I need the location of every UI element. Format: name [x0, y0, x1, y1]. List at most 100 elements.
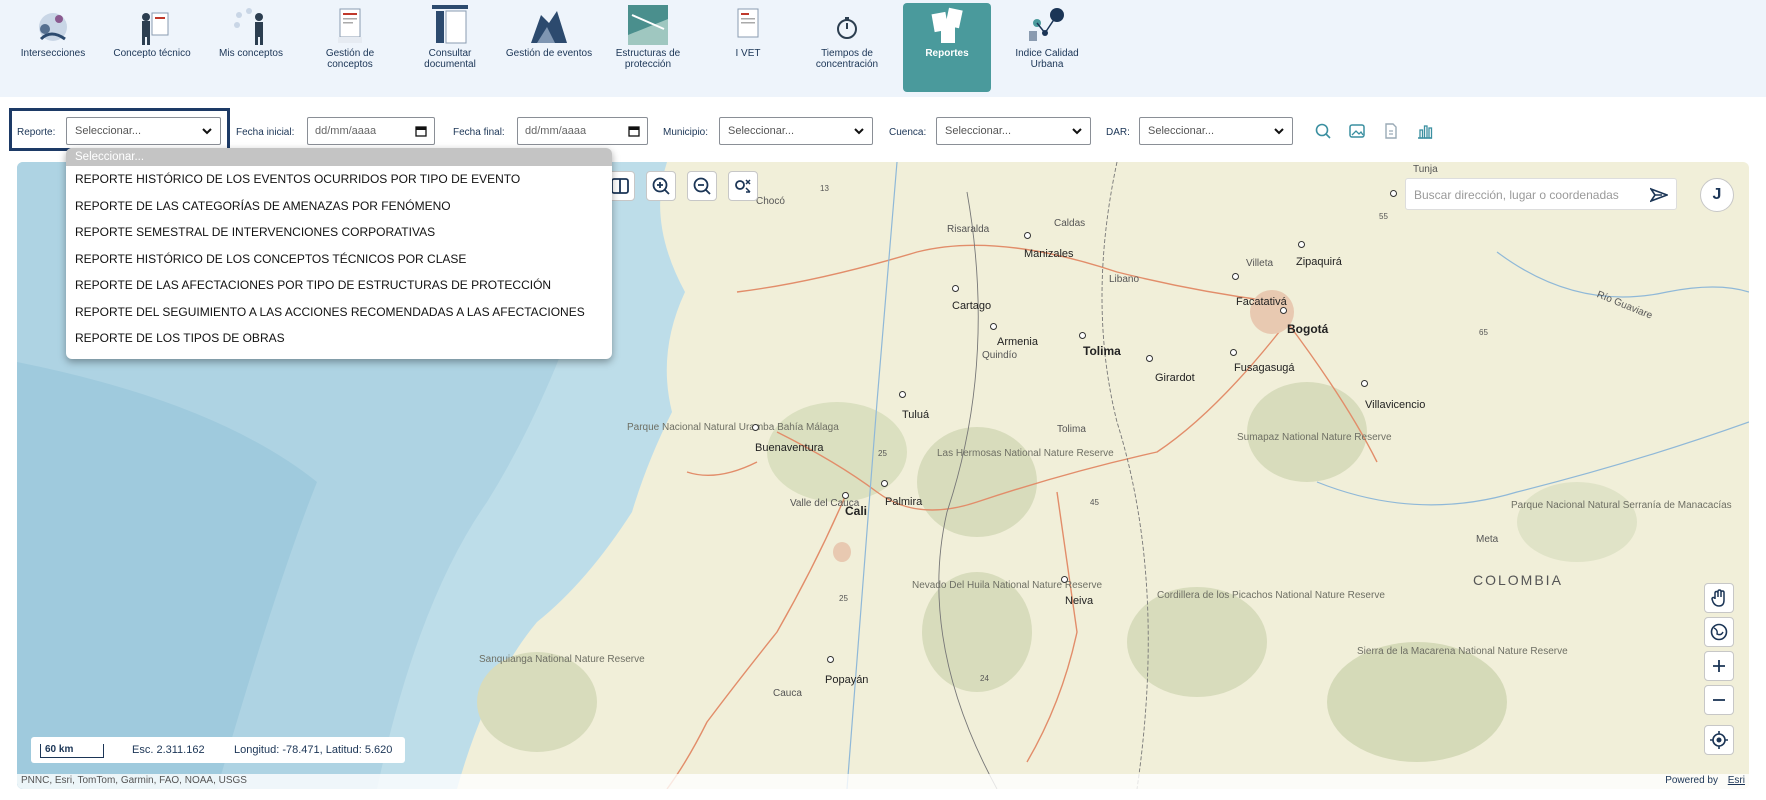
attribution-bar: PNNC, Esri, TomTom, Garmin, FAO, NOAA, U…	[17, 774, 1749, 789]
place-label: Cauca	[773, 688, 802, 699]
city-marker	[827, 656, 834, 663]
dropdown-option[interactable]: REPORTE DE LOS TIPOS DE OBRAS	[66, 325, 612, 352]
chevron-down-icon	[1274, 128, 1284, 135]
place-label: Buenaventura	[755, 442, 824, 454]
powered-by-text: Powered by	[1665, 775, 1718, 786]
coordinates-tool-button[interactable]	[728, 171, 758, 201]
document-icon[interactable]	[1382, 122, 1400, 140]
calendar-icon[interactable]	[414, 124, 428, 138]
image-icon[interactable]	[1348, 122, 1366, 140]
dropdown-option[interactable]: REPORTE DE LAS CATEGORÍAS DE AMENAZAS PO…	[66, 193, 612, 220]
document-report-icon	[737, 8, 759, 38]
city-marker	[1298, 241, 1305, 248]
city-marker	[899, 391, 906, 398]
dar-select[interactable]: Seleccionar...	[1139, 117, 1293, 145]
place-label: Libano	[1109, 274, 1140, 285]
nav-ivet[interactable]: I VET	[704, 3, 792, 92]
road-shield: 45	[1090, 498, 1099, 507]
esri-link[interactable]: Esri	[1728, 775, 1745, 786]
dropdown-option[interactable]: REPORTE SEMESTRAL DE INTERVENCIONES CORP…	[66, 219, 612, 246]
nav-concepto-tecnico[interactable]: Concepto técnico	[108, 3, 196, 92]
nav-gestion-eventos[interactable]: Gestión de eventos	[505, 3, 593, 92]
place-label: COLOMBIA	[1473, 572, 1563, 588]
dropdown-option[interactable]: REPORTE HISTÓRICO DE LOS CONCEPTOS TÉCNI…	[66, 246, 612, 273]
chevron-down-icon	[1072, 128, 1082, 135]
city-marker	[1230, 349, 1237, 356]
pan-button[interactable]	[1704, 583, 1734, 613]
place-label: Cali	[845, 504, 868, 518]
cuenca-select[interactable]: Seleccionar...	[936, 117, 1091, 145]
zoom-out-button[interactable]	[1704, 685, 1734, 715]
minus-icon	[1713, 699, 1725, 701]
place-label: Quindío	[982, 350, 1018, 361]
city-marker	[842, 492, 849, 499]
municipio-select[interactable]: Seleccionar...	[719, 117, 873, 145]
nav-label: Reportes	[925, 48, 969, 59]
split-view-icon	[611, 178, 629, 194]
nav-mis-conceptos[interactable]: Mis conceptos	[207, 3, 295, 92]
stopwatch-icon	[837, 17, 857, 39]
city-marker	[1024, 232, 1031, 239]
zoom-in-icon	[652, 177, 670, 195]
nav-label: Intersecciones	[20, 48, 86, 59]
nav-label: I VET	[735, 48, 761, 59]
zoom-out-area-button[interactable]	[687, 171, 717, 201]
landslide-icon	[531, 11, 567, 43]
nav-tiempos-concentracion[interactable]: Tiempos de concentración	[803, 3, 891, 92]
coordinates-icon	[735, 179, 751, 193]
nav-gestion-conceptos[interactable]: Gestión de conceptos	[306, 3, 394, 92]
fecha-inicial-input[interactable]: dd/mm/aaaa	[307, 117, 435, 145]
place-label: Tunja	[1413, 164, 1438, 175]
road-shield: 13	[820, 184, 829, 193]
search-icon[interactable]	[1314, 122, 1332, 140]
calendar-icon[interactable]	[627, 124, 641, 138]
nav-label: Indice Calidad Urbana	[1015, 48, 1079, 70]
top-navigation: Intersecciones Concepto técnico Mis conc…	[0, 0, 1766, 97]
place-label: Villeta	[1246, 258, 1274, 269]
place-label: Neiva	[1065, 595, 1094, 607]
dropdown-option-placeholder[interactable]: Seleccionar...	[66, 148, 612, 166]
nav-reportes[interactable]: Reportes	[903, 3, 991, 92]
fecha-final-input[interactable]: dd/mm/aaaa	[517, 117, 648, 145]
basemap-button[interactable]	[1704, 617, 1734, 647]
place-label: Girardot	[1155, 372, 1195, 384]
bar-chart-icon[interactable]	[1416, 122, 1434, 140]
zoom-in-area-button[interactable]	[646, 171, 676, 201]
road-shield: 55	[1379, 212, 1388, 221]
place-label: Caldas	[1054, 218, 1086, 229]
place-label: Bogotá	[1287, 322, 1329, 336]
send-arrow-icon[interactable]	[1650, 187, 1668, 203]
dropdown-option[interactable]: REPORTE HISTÓRICO DE LOS EVENTOS OCURRID…	[66, 166, 612, 193]
dropdown-option[interactable]: REPORTE DE LAS AFECTACIONES POR TIPO DE …	[66, 272, 612, 299]
place-label: Sierra de la Macarena National Nature Re…	[1357, 646, 1568, 657]
dropdown-option[interactable]: REPORTE DEL SEGUIMIENTO A LAS ACCIONES R…	[66, 299, 612, 326]
user-avatar[interactable]: J	[1700, 178, 1734, 212]
locate-button[interactable]	[1704, 725, 1734, 755]
person-ideas-icon	[234, 8, 263, 45]
nav-label: Gestión de eventos	[505, 48, 593, 59]
city-marker	[1390, 190, 1397, 197]
place-label: Popayán	[825, 674, 869, 686]
map-search-input[interactable]: Buscar dirección, lugar o coordenadas	[1405, 178, 1677, 210]
nav-estructuras-proteccion[interactable]: Estructuras de protección	[604, 3, 692, 92]
app: Intersecciones Concepto técnico Mis conc…	[0, 0, 1766, 800]
city-marker	[1280, 307, 1287, 314]
zoom-out-icon	[693, 177, 711, 195]
fecha-final-placeholder: dd/mm/aaaa	[525, 125, 587, 137]
road-shield: 65	[1479, 328, 1488, 337]
place-label: Parque Nacional Natural Serranía de Mana…	[1511, 500, 1732, 511]
place-label: Tuluá	[902, 409, 930, 421]
reporte-select-value: Seleccionar...	[75, 125, 142, 137]
city-marker	[1232, 273, 1239, 280]
reporte-dropdown-list: Seleccionar... REPORTE HISTÓRICO DE LOS …	[66, 148, 612, 359]
nav-label: Gestión de conceptos	[325, 48, 375, 70]
place-label: Zipaquirá	[1296, 256, 1342, 268]
place-label: Villavicencio	[1365, 399, 1426, 411]
nav-indice-calidad-urbana[interactable]: Indice Calidad Urbana	[1003, 3, 1091, 92]
zoom-in-button[interactable]	[1704, 651, 1734, 681]
nav-consultar-documental[interactable]: Consultar documental	[406, 3, 494, 92]
place-label: Sumapaz National Nature Reserve	[1237, 432, 1392, 443]
nav-intersecciones[interactable]: Intersecciones	[9, 3, 97, 92]
reporte-select[interactable]: Seleccionar...	[66, 117, 221, 145]
place-label: Palmira	[885, 496, 923, 508]
